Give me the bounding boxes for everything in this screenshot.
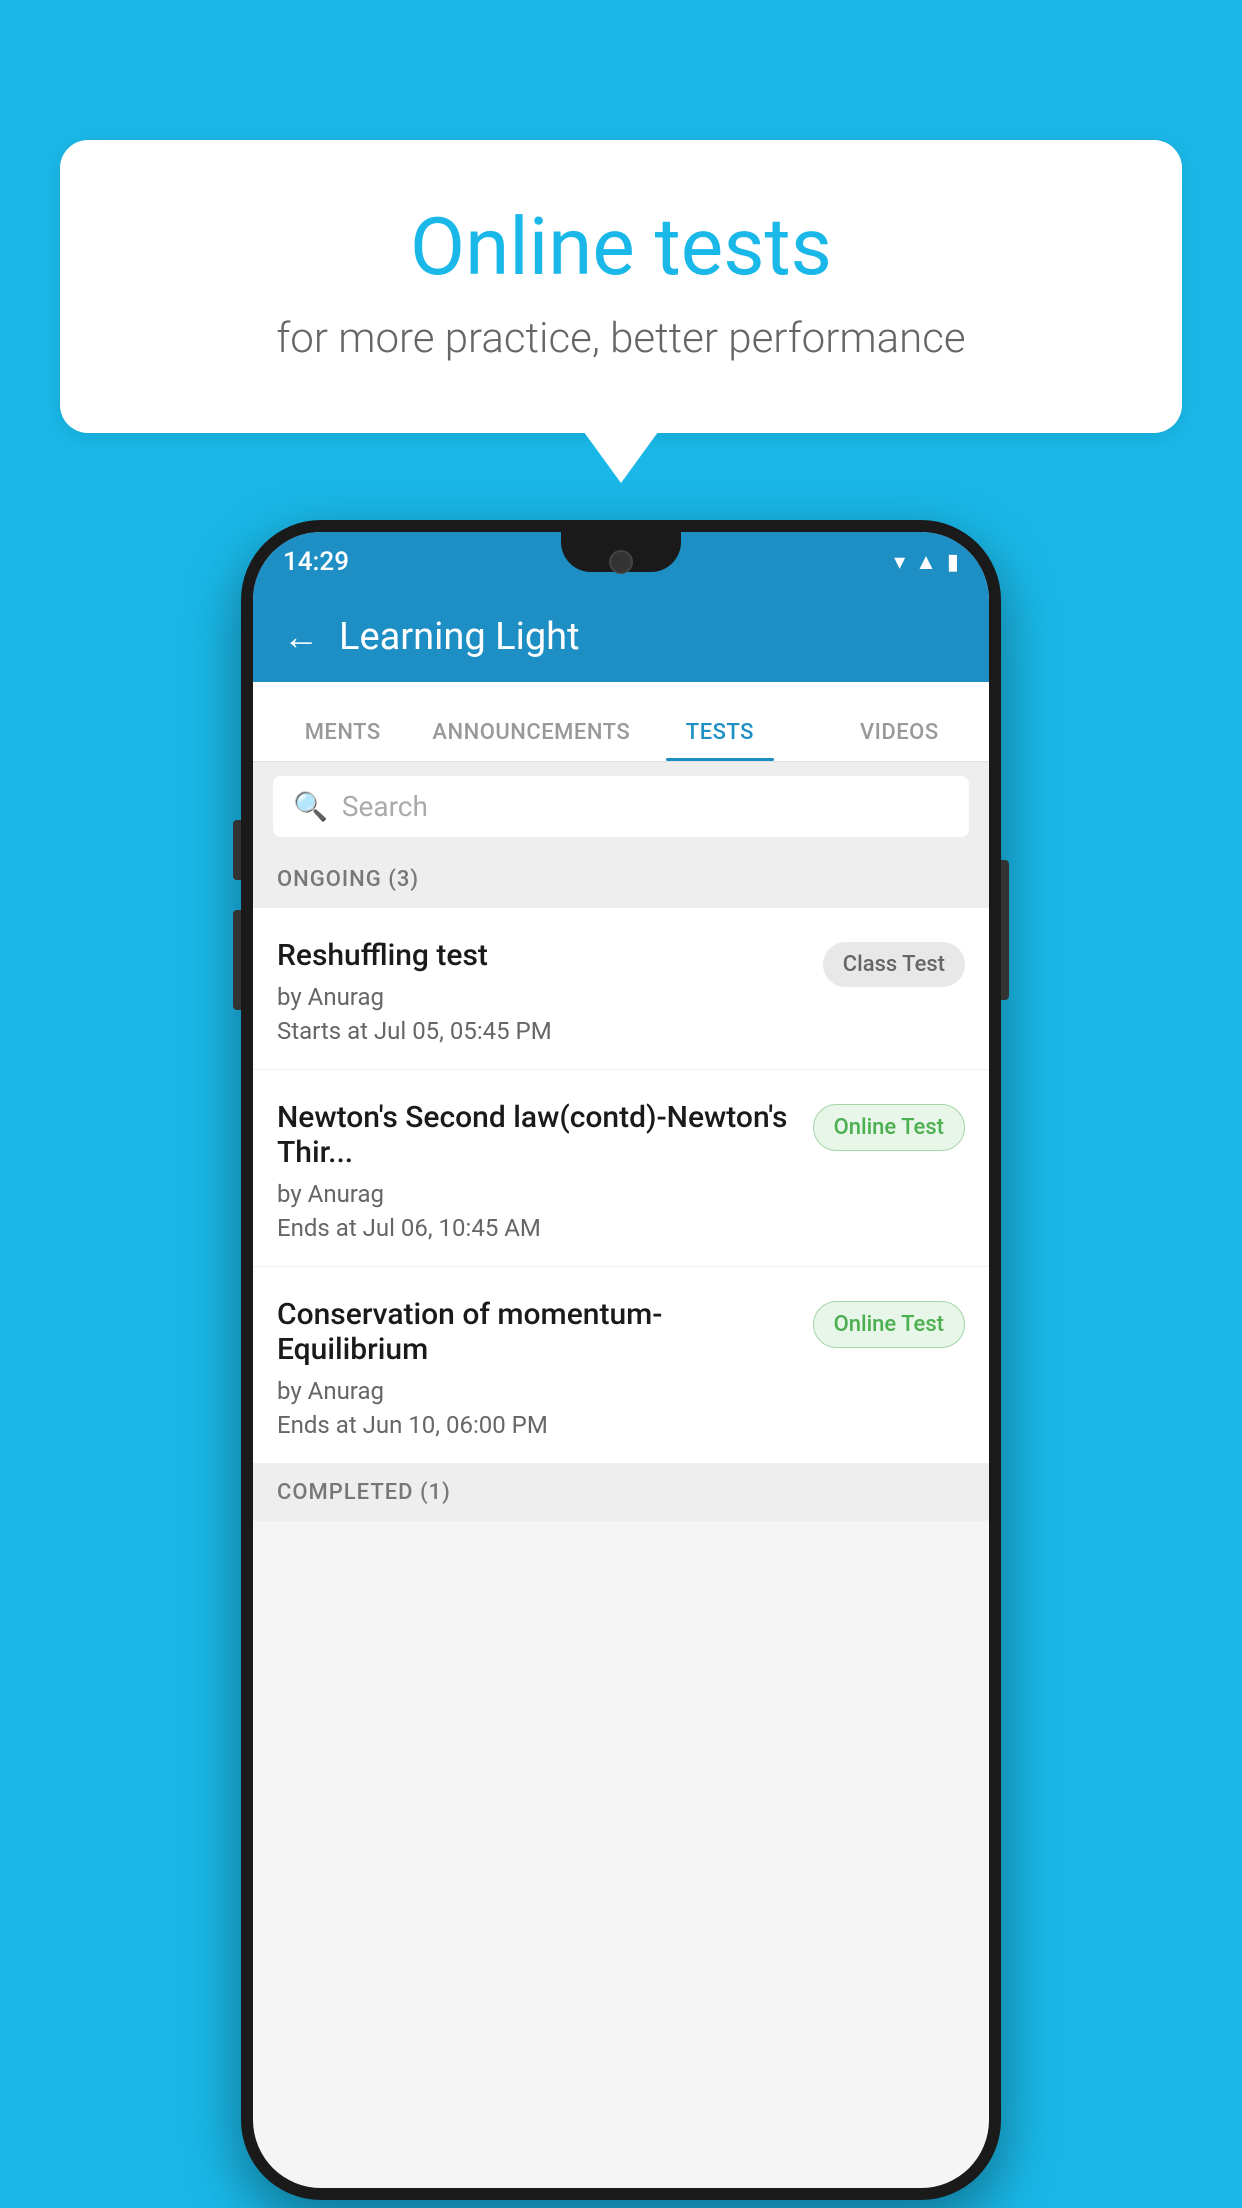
phone-button-right xyxy=(1001,860,1009,1000)
search-icon: 🔍 xyxy=(293,790,328,823)
test-name-2: Newton's Second law(contd)-Newton's Thir… xyxy=(277,1100,813,1170)
test-item-3[interactable]: Conservation of momentum-Equilibrium by … xyxy=(253,1267,989,1464)
test-author-3: by Anurag xyxy=(277,1377,813,1405)
bubble-title: Online tests xyxy=(140,200,1102,294)
tests-list: Reshuffling test by Anurag Starts at Jul… xyxy=(253,908,989,1464)
search-container: 🔍 Search xyxy=(253,762,989,851)
app-title: Learning Light xyxy=(339,615,580,659)
search-input[interactable]: Search xyxy=(342,790,428,823)
test-info-3: Conservation of momentum-Equilibrium by … xyxy=(277,1297,813,1439)
test-info-2: Newton's Second law(contd)-Newton's Thir… xyxy=(277,1100,813,1242)
phone-button-left1 xyxy=(233,820,241,880)
test-author-2: by Anurag xyxy=(277,1180,813,1208)
test-badge-2: Online Test xyxy=(813,1104,965,1151)
back-button[interactable]: ← xyxy=(283,616,319,658)
test-name-3: Conservation of momentum-Equilibrium xyxy=(277,1297,813,1367)
test-name-1: Reshuffling test xyxy=(277,938,823,973)
speech-bubble: Online tests for more practice, better p… xyxy=(60,140,1182,433)
test-info-1: Reshuffling test by Anurag Starts at Jul… xyxy=(277,938,823,1045)
signal-icon: ▲ xyxy=(915,549,937,575)
phone-frame: 14:29 ▾ ▲ ▮ ← Learning Light MENTS ANNOU… xyxy=(241,520,1001,2200)
phone-notch xyxy=(561,532,681,572)
test-badge-3: Online Test xyxy=(813,1301,965,1348)
tab-videos[interactable]: VIDEOS xyxy=(810,720,989,761)
status-time: 14:29 xyxy=(283,547,349,577)
wifi-icon: ▾ xyxy=(894,550,905,575)
test-date-2: Ends at Jul 06, 10:45 AM xyxy=(277,1214,813,1242)
test-date-3: Ends at Jun 10, 06:00 PM xyxy=(277,1411,813,1439)
phone-screen: 14:29 ▾ ▲ ▮ ← Learning Light MENTS ANNOU… xyxy=(253,532,989,2188)
test-author-1: by Anurag xyxy=(277,983,823,1011)
ongoing-section-header: ONGOING (3) xyxy=(253,851,989,908)
search-bar[interactable]: 🔍 Search xyxy=(273,776,969,837)
status-icons: ▾ ▲ ▮ xyxy=(894,549,959,575)
battery-icon: ▮ xyxy=(947,550,959,575)
bubble-subtitle: for more practice, better performance xyxy=(140,314,1102,363)
phone-button-left2 xyxy=(233,910,241,1010)
tab-announcements[interactable]: ANNOUNCEMENTS xyxy=(432,720,630,761)
tabs-container: MENTS ANNOUNCEMENTS TESTS VIDEOS xyxy=(253,682,989,762)
test-date-1: Starts at Jul 05, 05:45 PM xyxy=(277,1017,823,1045)
completed-section-header: COMPLETED (1) xyxy=(253,1464,989,1521)
test-item-1[interactable]: Reshuffling test by Anurag Starts at Jul… xyxy=(253,908,989,1070)
tab-tests[interactable]: TESTS xyxy=(630,720,809,761)
test-badge-1: Class Test xyxy=(823,942,965,987)
tab-ments[interactable]: MENTS xyxy=(253,720,432,761)
test-item-2[interactable]: Newton's Second law(contd)-Newton's Thir… xyxy=(253,1070,989,1267)
phone-camera xyxy=(609,550,633,574)
app-header: ← Learning Light xyxy=(253,592,989,682)
speech-bubble-container: Online tests for more practice, better p… xyxy=(60,140,1182,433)
